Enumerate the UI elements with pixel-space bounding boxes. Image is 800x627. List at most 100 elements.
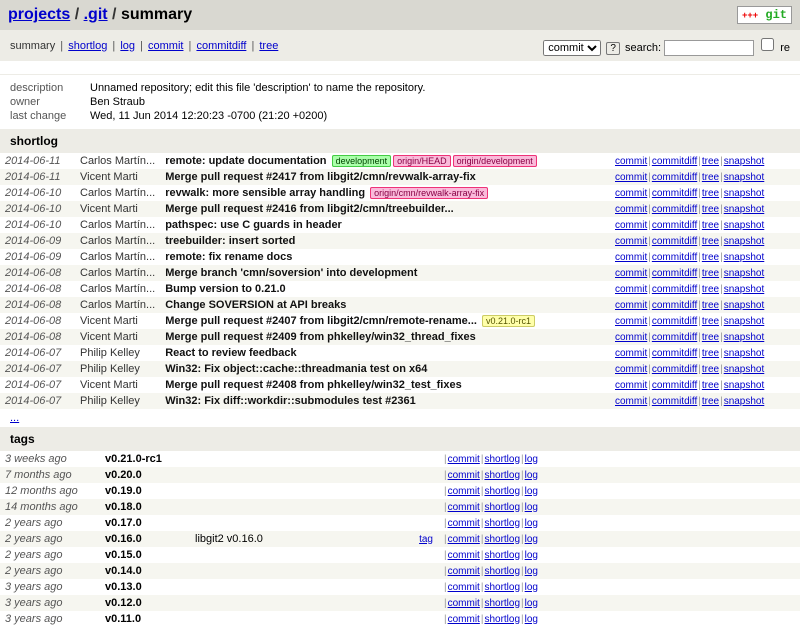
link-commitdiff[interactable]: commitdiff — [652, 316, 697, 327]
link-commit[interactable]: commit — [615, 156, 647, 167]
link-commit[interactable]: commit — [448, 534, 480, 545]
link-tree[interactable]: tree — [702, 284, 719, 295]
tag-name[interactable]: v0.14.0 — [100, 563, 190, 579]
link-commitdiff[interactable]: commitdiff — [652, 172, 697, 183]
link-snapshot[interactable]: snapshot — [724, 252, 765, 263]
link-commit[interactable]: commit — [448, 486, 480, 497]
commit-subject[interactable]: Bump version to 0.21.0 — [160, 281, 610, 297]
link-snapshot[interactable]: snapshot — [724, 172, 765, 183]
link-commitdiff[interactable]: commitdiff — [652, 332, 697, 343]
search-help[interactable]: ? — [606, 42, 620, 55]
link-shortlog[interactable]: shortlog — [484, 502, 520, 513]
link-commit[interactable]: commit — [448, 502, 480, 513]
link-shortlog[interactable]: shortlog — [484, 598, 520, 609]
link-commitdiff[interactable]: commitdiff — [652, 204, 697, 215]
link-shortlog[interactable]: shortlog — [484, 550, 520, 561]
ref-badge[interactable]: origin/cmn/revwalk-array-fix — [370, 187, 488, 199]
link-commitdiff[interactable]: commitdiff — [652, 364, 697, 375]
ref-badge[interactable]: origin/HEAD — [393, 155, 451, 167]
nav-tree[interactable]: tree — [259, 40, 278, 52]
nav-commitdiff[interactable]: commitdiff — [196, 40, 246, 52]
link-commit[interactable]: commit — [448, 470, 480, 481]
commit-subject[interactable]: Change SOVERSION at API breaks — [160, 297, 610, 313]
link-snapshot[interactable]: snapshot — [724, 364, 765, 375]
link-tag[interactable]: tag — [419, 534, 433, 545]
tag-name[interactable]: v0.12.0 — [100, 595, 190, 611]
commit-subject[interactable]: pathspec: use C guards in header — [160, 217, 610, 233]
link-commit[interactable]: commit — [615, 172, 647, 183]
tag-name[interactable]: v0.11.0 — [100, 611, 190, 627]
tag-name[interactable]: v0.18.0 — [100, 499, 190, 515]
link-commitdiff[interactable]: commitdiff — [652, 348, 697, 359]
tag-name[interactable]: v0.15.0 — [100, 547, 190, 563]
link-commit[interactable]: commit — [615, 332, 647, 343]
tag-name[interactable]: v0.21.0-rc1 — [100, 451, 190, 467]
link-log[interactable]: log — [525, 470, 538, 481]
link-tree[interactable]: tree — [702, 268, 719, 279]
commit-subject[interactable]: revwalk: more sensible array handling or… — [160, 185, 610, 201]
link-commit[interactable]: commit — [615, 220, 647, 231]
link-commit[interactable]: commit — [615, 396, 647, 407]
ref-badge[interactable]: development — [332, 155, 392, 167]
link-shortlog[interactable]: shortlog — [484, 582, 520, 593]
link-log[interactable]: log — [525, 582, 538, 593]
link-commit[interactable]: commit — [615, 188, 647, 199]
link-tree[interactable]: tree — [702, 332, 719, 343]
search-input[interactable] — [664, 40, 754, 56]
commit-subject[interactable]: remote: fix rename docs — [160, 249, 610, 265]
shortlog-more[interactable]: ... — [0, 409, 800, 427]
link-tree[interactable]: tree — [702, 348, 719, 359]
link-shortlog[interactable]: shortlog — [484, 486, 520, 497]
link-commitdiff[interactable]: commitdiff — [652, 268, 697, 279]
link-snapshot[interactable]: snapshot — [724, 204, 765, 215]
tag-name[interactable]: v0.20.0 — [100, 467, 190, 483]
link-log[interactable]: log — [525, 566, 538, 577]
link-log[interactable]: log — [525, 486, 538, 497]
tag-name[interactable]: v0.19.0 — [100, 483, 190, 499]
link-shortlog[interactable]: shortlog — [484, 534, 520, 545]
link-commit[interactable]: commit — [615, 316, 647, 327]
link-snapshot[interactable]: snapshot — [724, 188, 765, 199]
ref-badge[interactable]: origin/development — [453, 155, 537, 167]
link-commit[interactable]: commit — [448, 518, 480, 529]
nav-commit[interactable]: commit — [148, 40, 183, 52]
link-commit[interactable]: commit — [615, 348, 647, 359]
search-type-select[interactable]: commit — [543, 40, 601, 56]
link-tree[interactable]: tree — [702, 316, 719, 327]
link-shortlog[interactable]: shortlog — [484, 614, 520, 625]
link-commit[interactable]: commit — [615, 268, 647, 279]
tag-name[interactable]: v0.17.0 — [100, 515, 190, 531]
link-log[interactable]: log — [525, 518, 538, 529]
commit-subject[interactable]: Merge pull request #2409 from phkelley/w… — [160, 329, 610, 345]
link-commitdiff[interactable]: commitdiff — [652, 236, 697, 247]
link-commit[interactable]: commit — [615, 300, 647, 311]
link-commit[interactable]: commit — [448, 598, 480, 609]
link-shortlog[interactable]: shortlog — [484, 566, 520, 577]
nav-log[interactable]: log — [120, 40, 135, 52]
link-snapshot[interactable]: snapshot — [724, 396, 765, 407]
tag-name[interactable]: v0.13.0 — [100, 579, 190, 595]
commit-subject[interactable]: Win32: Fix object::cache::threadmania te… — [160, 361, 610, 377]
commit-subject[interactable]: treebuilder: insert sorted — [160, 233, 610, 249]
commit-subject[interactable]: remote: update documentation development… — [160, 153, 610, 169]
link-tree[interactable]: tree — [702, 396, 719, 407]
commit-subject[interactable]: Merge pull request #2417 from libgit2/cm… — [160, 169, 610, 185]
link-log[interactable]: log — [525, 614, 538, 625]
link-snapshot[interactable]: snapshot — [724, 156, 765, 167]
link-tree[interactable]: tree — [702, 156, 719, 167]
link-shortlog[interactable]: shortlog — [484, 518, 520, 529]
commit-subject[interactable]: Win32: Fix diff::workdir::submodules tes… — [160, 393, 610, 409]
link-commit[interactable]: commit — [615, 364, 647, 375]
link-tree[interactable]: tree — [702, 220, 719, 231]
link-commit[interactable]: commit — [615, 204, 647, 215]
commit-subject[interactable]: Merge pull request #2407 from libgit2/cm… — [160, 313, 610, 329]
link-commit[interactable]: commit — [448, 582, 480, 593]
link-commit[interactable]: commit — [615, 284, 647, 295]
link-tree[interactable]: tree — [702, 172, 719, 183]
link-commit[interactable]: commit — [448, 454, 480, 465]
link-shortlog[interactable]: shortlog — [484, 454, 520, 465]
link-commitdiff[interactable]: commitdiff — [652, 396, 697, 407]
tag-name[interactable]: v0.16.0 — [100, 531, 190, 547]
link-tree[interactable]: tree — [702, 364, 719, 375]
ref-badge[interactable]: v0.21.0-rc1 — [482, 315, 535, 327]
